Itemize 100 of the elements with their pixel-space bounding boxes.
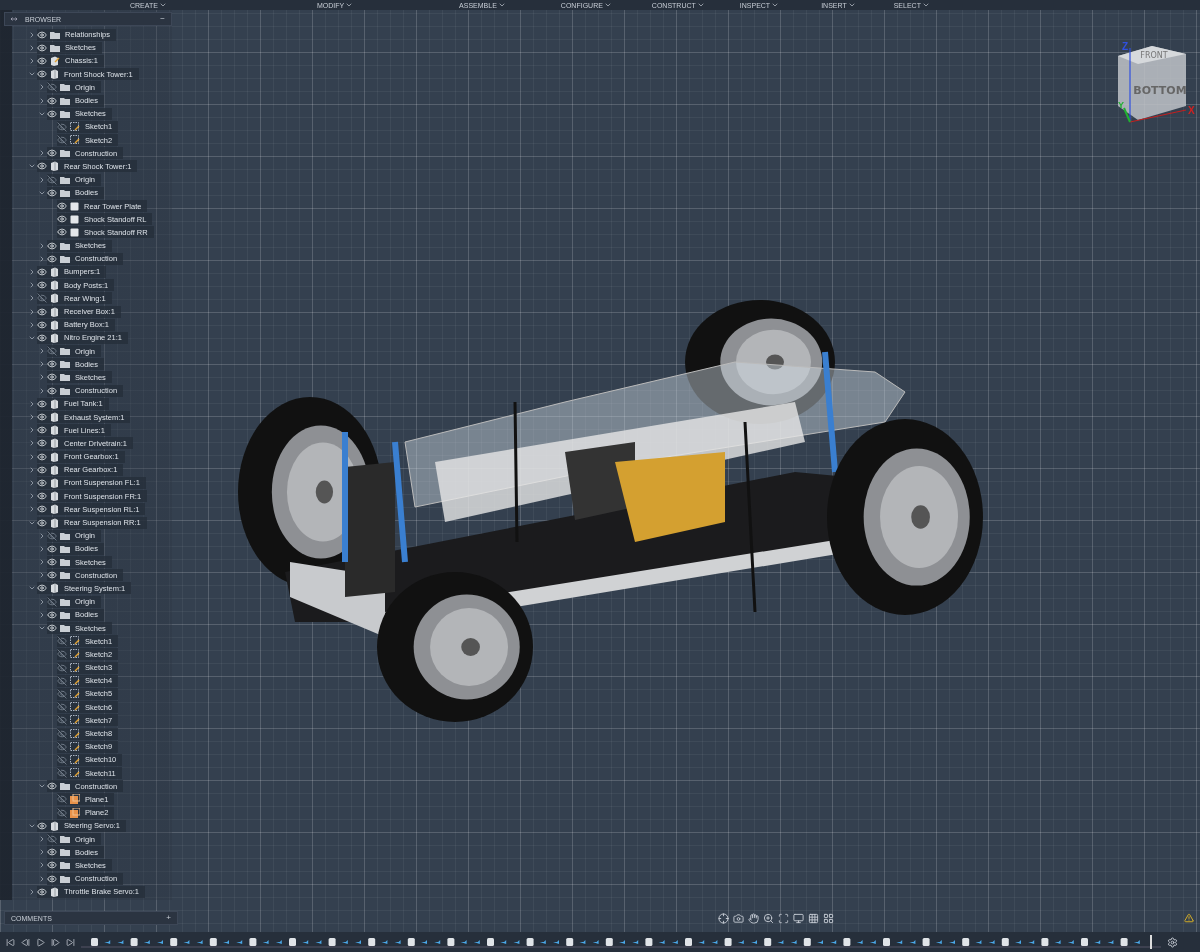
expand-caret-icon[interactable]: [28, 887, 36, 896]
warning-icon[interactable]: [1184, 913, 1194, 923]
expand-caret-icon[interactable]: [38, 571, 46, 580]
expand-caret-icon[interactable]: [28, 426, 36, 435]
eye-icon[interactable]: [37, 425, 47, 436]
play-icon[interactable]: [36, 937, 45, 947]
expand-caret-icon[interactable]: [38, 544, 46, 553]
expand-caret-icon[interactable]: [28, 267, 36, 276]
expand-caret-icon[interactable]: [28, 281, 36, 290]
eye-crossed-icon[interactable]: [57, 807, 67, 818]
expand-caret-icon[interactable]: [38, 254, 46, 263]
eye-icon[interactable]: [37, 319, 47, 330]
eye-icon[interactable]: [57, 201, 67, 212]
expand-caret-icon[interactable]: [28, 56, 36, 65]
expand-caret-icon[interactable]: [28, 452, 36, 461]
expand-caret-icon[interactable]: [28, 439, 36, 448]
expand-caret-icon[interactable]: [28, 399, 36, 408]
eye-icon[interactable]: [47, 557, 57, 568]
skip-forward-icon[interactable]: [66, 937, 75, 947]
expand-caret-icon[interactable]: [38, 874, 46, 883]
expand-caret-icon[interactable]: [38, 558, 46, 567]
step-forward-icon[interactable]: [51, 937, 60, 947]
eye-icon[interactable]: [37, 55, 47, 66]
eye-icon[interactable]: [47, 847, 57, 858]
pan-hand-icon[interactable]: [748, 912, 759, 924]
expand-caret-icon[interactable]: [38, 373, 46, 382]
settings-icon[interactable]: [1167, 936, 1178, 948]
eye-crossed-icon[interactable]: [47, 530, 57, 541]
eye-crossed-icon[interactable]: [57, 794, 67, 805]
eye-crossed-icon[interactable]: [57, 728, 67, 739]
eye-icon[interactable]: [47, 108, 57, 119]
display-settings-icon[interactable]: [793, 912, 804, 924]
eye-crossed-icon[interactable]: [47, 834, 57, 845]
expand-caret-icon[interactable]: [28, 294, 36, 303]
eye-icon[interactable]: [37, 583, 47, 594]
expand-caret-icon[interactable]: [38, 386, 46, 395]
eye-icon[interactable]: [37, 412, 47, 423]
eye-crossed-icon[interactable]: [57, 636, 67, 647]
expand-caret-icon[interactable]: [38, 848, 46, 857]
eye-crossed-icon[interactable]: [57, 688, 67, 699]
expand-caret-icon[interactable]: [38, 83, 46, 92]
timeline-drawing[interactable]: [81, 935, 1161, 949]
eye-crossed-icon[interactable]: [47, 346, 57, 357]
eye-crossed-icon[interactable]: [57, 135, 67, 146]
eye-icon[interactable]: [37, 491, 47, 502]
eye-icon[interactable]: [47, 359, 57, 370]
eye-crossed-icon[interactable]: [57, 754, 67, 765]
eye-icon[interactable]: [37, 398, 47, 409]
eye-icon[interactable]: [37, 820, 47, 831]
expand-caret-icon[interactable]: [38, 96, 46, 105]
expand-caret-icon[interactable]: [28, 413, 36, 422]
zoom-icon[interactable]: [763, 912, 774, 924]
expand-caret-icon[interactable]: [38, 175, 46, 184]
eye-icon[interactable]: [47, 187, 57, 198]
eye-icon[interactable]: [47, 148, 57, 159]
eye-crossed-icon[interactable]: [57, 121, 67, 132]
eye-icon[interactable]: [37, 69, 47, 80]
expand-caret-icon[interactable]: [38, 531, 46, 540]
expand-caret-icon[interactable]: [28, 30, 36, 39]
expand-caret-icon[interactable]: [38, 241, 46, 250]
eye-icon[interactable]: [47, 623, 57, 634]
eye-crossed-icon[interactable]: [47, 82, 57, 93]
eye-crossed-icon[interactable]: [57, 715, 67, 726]
expand-caret-icon[interactable]: [28, 320, 36, 329]
expand-caret-icon[interactable]: [38, 610, 46, 619]
eye-crossed-icon[interactable]: [57, 649, 67, 660]
eye-crossed-icon[interactable]: [57, 675, 67, 686]
expand-caret-icon[interactable]: [28, 43, 36, 52]
eye-icon[interactable]: [37, 477, 47, 488]
expand-caret-icon[interactable]: [38, 835, 46, 844]
eye-icon[interactable]: [47, 95, 57, 106]
eye-icon[interactable]: [57, 227, 67, 238]
eye-icon[interactable]: [57, 214, 67, 225]
eye-icon[interactable]: [37, 332, 47, 343]
skip-back-icon[interactable]: [6, 937, 15, 947]
expand-caret-icon[interactable]: [28, 478, 36, 487]
eye-icon[interactable]: [37, 438, 47, 449]
eye-icon[interactable]: [37, 306, 47, 317]
step-back-icon[interactable]: [21, 937, 30, 947]
expand-caret-icon[interactable]: [38, 861, 46, 870]
eye-icon[interactable]: [47, 240, 57, 251]
eye-icon[interactable]: [37, 451, 47, 462]
double-arrow-icon[interactable]: [11, 17, 17, 21]
camera-icon[interactable]: [733, 912, 744, 924]
expand-caret-icon[interactable]: [28, 505, 36, 514]
eye-icon[interactable]: [47, 385, 57, 396]
eye-icon[interactable]: [37, 464, 47, 475]
eye-icon[interactable]: [37, 504, 47, 515]
expand-caret-icon[interactable]: [38, 597, 46, 606]
eye-icon[interactable]: [37, 42, 47, 53]
eye-crossed-icon[interactable]: [57, 662, 67, 673]
eye-icon[interactable]: [37, 280, 47, 291]
eye-icon[interactable]: [37, 29, 47, 40]
eye-icon[interactable]: [37, 517, 47, 528]
eye-crossed-icon[interactable]: [57, 741, 67, 752]
expand-caret-icon[interactable]: [28, 465, 36, 474]
eye-crossed-icon[interactable]: [37, 293, 47, 304]
eye-icon[interactable]: [37, 886, 47, 897]
eye-icon[interactable]: [47, 609, 57, 620]
add-comment-button[interactable]: +: [166, 913, 171, 923]
